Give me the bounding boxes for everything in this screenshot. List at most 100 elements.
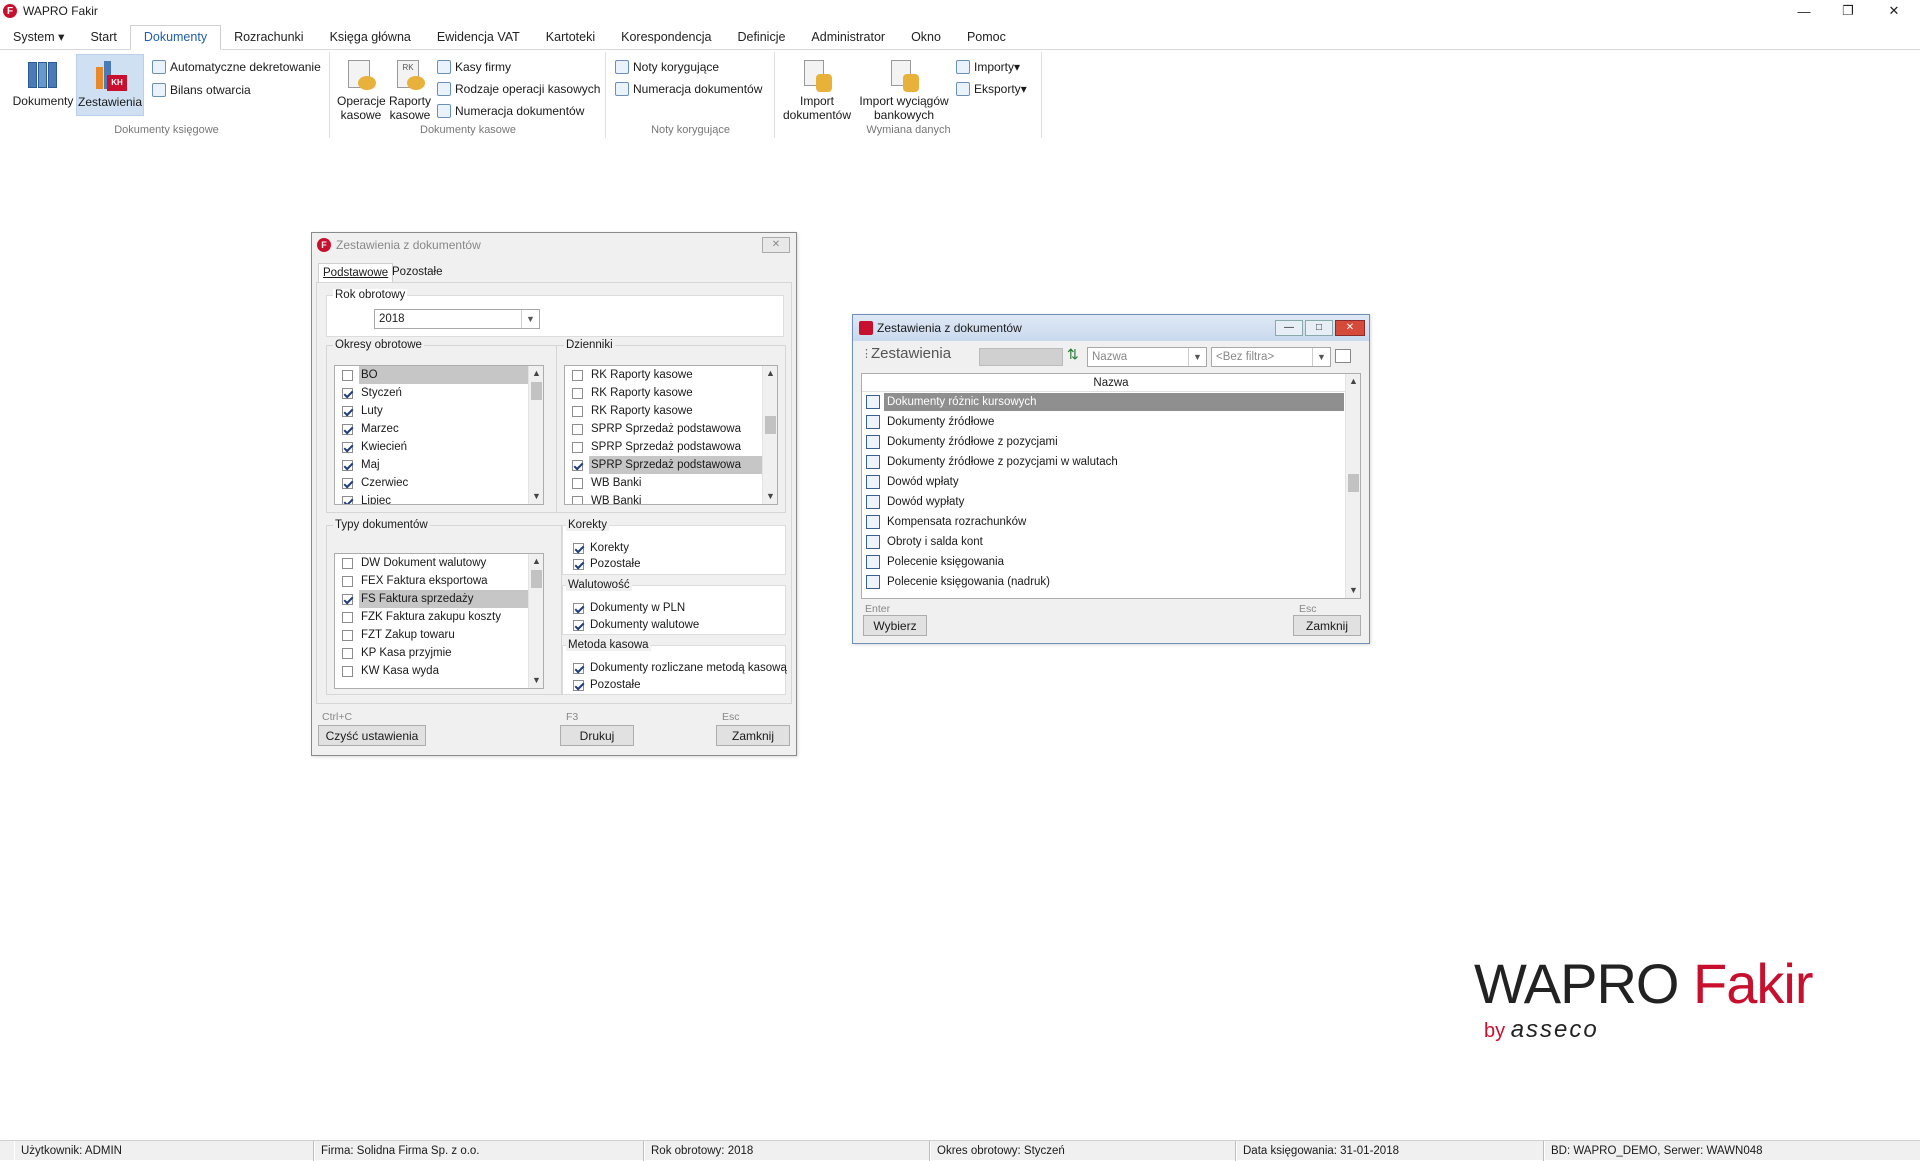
item-checkbox[interactable] [342, 593, 353, 605]
okres-list-item[interactable]: Czerwiec [335, 474, 543, 492]
item-checkbox[interactable] [342, 423, 353, 435]
dziennik-list-item[interactable]: SPRP Sprzedaż podstawowa [565, 456, 777, 474]
item-checkbox[interactable] [572, 405, 583, 417]
item-checkbox[interactable] [572, 387, 583, 399]
item-checkbox[interactable] [342, 405, 353, 417]
scrollbar[interactable]: ▲ ▼ [762, 366, 777, 504]
korekty-pozostale-checkbox[interactable]: Pozostałe [566, 555, 641, 573]
dziennik-list-item[interactable]: RK Raporty kasowe [565, 384, 777, 402]
item-checkbox[interactable] [342, 459, 353, 471]
zestawienie-row[interactable]: Obroty i salda kont [862, 532, 1360, 552]
tab-pozostale[interactable]: Pozostałe [388, 263, 447, 283]
restore-icon[interactable]: ❐ [1826, 0, 1870, 22]
dokumenty-walutowe-checkbox[interactable]: Dokumenty walutowe [566, 616, 699, 634]
item-checkbox[interactable] [342, 665, 353, 677]
scrollbar[interactable]: ▲ ▼ [528, 366, 543, 504]
minimize-icon[interactable]: — [1782, 0, 1826, 22]
typ-list-item[interactable]: DW Dokument walutowy [335, 554, 543, 572]
typ-list-item[interactable]: KP Kasa przyjmie [335, 644, 543, 662]
item-checkbox[interactable] [342, 629, 353, 641]
menu-ksiega-glowna[interactable]: Księga główna [317, 26, 424, 49]
zestawienia-button[interactable]: KH Zestawienia [76, 54, 144, 116]
okres-list-item[interactable]: Luty [335, 402, 543, 420]
raporty-kasowe-button[interactable]: RK Raporty kasowe [387, 54, 433, 124]
menu-pomoc[interactable]: Pomoc [954, 26, 1019, 49]
rok-obrotowy-select[interactable]: 2018 ▼ [374, 309, 540, 329]
tab-podstawowe[interactable]: Podstawowe [318, 263, 394, 283]
menu-kartoteki[interactable]: Kartoteki [533, 26, 608, 49]
typ-list-item[interactable]: KW Kasa wyda [335, 662, 543, 680]
typ-list-item[interactable]: FEX Faktura eksportowa [335, 572, 543, 590]
metoda-kasowa-checkbox[interactable]: Dokumenty rozliczane metodą kasową [566, 659, 787, 677]
close-icon[interactable]: ✕ [1335, 320, 1365, 336]
dziennik-list-item[interactable]: WB Banki [565, 492, 777, 504]
sort-icon[interactable]: ⇅ [1067, 346, 1079, 363]
rodzaje-operacji-button[interactable]: Rodzaje operacji kasowych [437, 80, 600, 98]
numeracja-not-button[interactable]: Numeracja dokumentów [615, 80, 762, 98]
dokumenty-pln-checkbox[interactable]: Dokumenty w PLN [566, 599, 685, 617]
zamknij-button[interactable]: Zamknij [716, 725, 790, 746]
okres-list-item[interactable]: Styczeń [335, 384, 543, 402]
dziennik-list-item[interactable]: WB Banki [565, 474, 777, 492]
item-checkbox[interactable] [572, 459, 583, 471]
typ-list-item[interactable]: FS Faktura sprzedaży [335, 590, 543, 608]
item-checkbox[interactable] [342, 369, 353, 381]
close-icon[interactable]: ✕ [1872, 0, 1916, 22]
menu-system[interactable]: System ▾ [0, 26, 77, 49]
kasy-firmy-button[interactable]: Kasy firmy [437, 58, 511, 76]
zestawienie-row[interactable]: Dokumenty źródłowe z pozycjami w walutac… [862, 452, 1360, 472]
okres-list-item[interactable]: Lipiec [335, 492, 543, 504]
okres-list-item[interactable]: BO [335, 366, 543, 384]
typ-list-item[interactable]: FZK Faktura zakupu koszty [335, 608, 543, 626]
menu-korespondencja[interactable]: Korespondencja [608, 26, 724, 49]
folder-icon[interactable] [1335, 349, 1351, 363]
zestawienie-row[interactable]: Dowód wpłaty [862, 472, 1360, 492]
menu-ewidencja-vat[interactable]: Ewidencja VAT [424, 26, 533, 49]
item-checkbox[interactable] [342, 611, 353, 623]
maximize-icon[interactable]: □ [1305, 320, 1333, 336]
wybierz-button[interactable]: Wybierz [863, 615, 927, 636]
operacje-kasowe-button[interactable]: Operacje kasowe [337, 54, 386, 124]
okres-list-item[interactable]: Kwiecień [335, 438, 543, 456]
dziennik-list-item[interactable]: RK Raporty kasowe [565, 366, 777, 384]
item-checkbox[interactable] [342, 387, 353, 399]
item-checkbox[interactable] [342, 557, 353, 569]
item-checkbox[interactable] [342, 647, 353, 659]
item-checkbox[interactable] [572, 369, 583, 381]
zestawienie-row[interactable]: Polecenie księgowania (nadruk) [862, 572, 1360, 592]
zestawienie-row[interactable]: Dowód wypłaty [862, 492, 1360, 512]
close-icon[interactable]: ✕ [762, 237, 790, 253]
item-checkbox[interactable] [572, 423, 583, 435]
okres-list-item[interactable]: Maj [335, 456, 543, 474]
sort-select[interactable]: Nazwa ▼ [1087, 347, 1207, 367]
menu-administrator[interactable]: Administrator [798, 26, 898, 49]
zestawienie-row[interactable]: Dokumenty źródłowe z pozycjami [862, 432, 1360, 452]
scrollbar[interactable]: ▲ ▼ [528, 554, 543, 688]
typ-list-item[interactable]: FZT Zakup towaru [335, 626, 543, 644]
import-wyciagow-button[interactable]: Import wyciągów bankowych [856, 54, 952, 124]
dokumenty-button[interactable]: Dokumenty [8, 54, 78, 116]
item-checkbox[interactable] [342, 441, 353, 453]
automatyczne-dekretowanie-button[interactable]: Automatyczne dekretowanie [152, 58, 321, 76]
column-header-nazwa[interactable]: Nazwa [862, 374, 1360, 392]
importy-dropdown[interactable]: Importy ▾ [956, 58, 1020, 76]
numeracja-dokumentow-button[interactable]: Numeracja dokumentów [437, 102, 584, 120]
noty-korygujace-button[interactable]: Noty korygujące [615, 58, 719, 76]
menu-definicje[interactable]: Definicje [724, 26, 798, 49]
dziennik-list-item[interactable]: SPRP Sprzedaż podstawowa [565, 438, 777, 456]
dziennik-list-item[interactable]: SPRP Sprzedaż podstawowa [565, 420, 777, 438]
menu-dokumenty[interactable]: Dokumenty [129, 25, 222, 50]
scrollbar[interactable]: ▲ ▼ [1345, 374, 1360, 598]
bilans-otwarcia-button[interactable]: Bilans otwarcia [152, 81, 251, 99]
okres-list-item[interactable]: Marzec [335, 420, 543, 438]
zestawienie-row[interactable]: Polecenie księgowania [862, 552, 1360, 572]
filter-select[interactable]: <Bez filtra> ▼ [1211, 347, 1331, 367]
item-checkbox[interactable] [572, 477, 583, 489]
import-dokumentow-button[interactable]: Import dokumentów [782, 54, 852, 124]
drukuj-button[interactable]: Drukuj [560, 725, 634, 746]
minimize-icon[interactable]: — [1275, 320, 1303, 336]
menu-rozrachunki[interactable]: Rozrachunki [221, 26, 316, 49]
dziennik-list-item[interactable]: RK Raporty kasowe [565, 402, 777, 420]
zestawienie-row[interactable]: Dokumenty różnic kursowych [862, 392, 1360, 412]
zamknij-button[interactable]: Zamknij [1293, 615, 1361, 636]
